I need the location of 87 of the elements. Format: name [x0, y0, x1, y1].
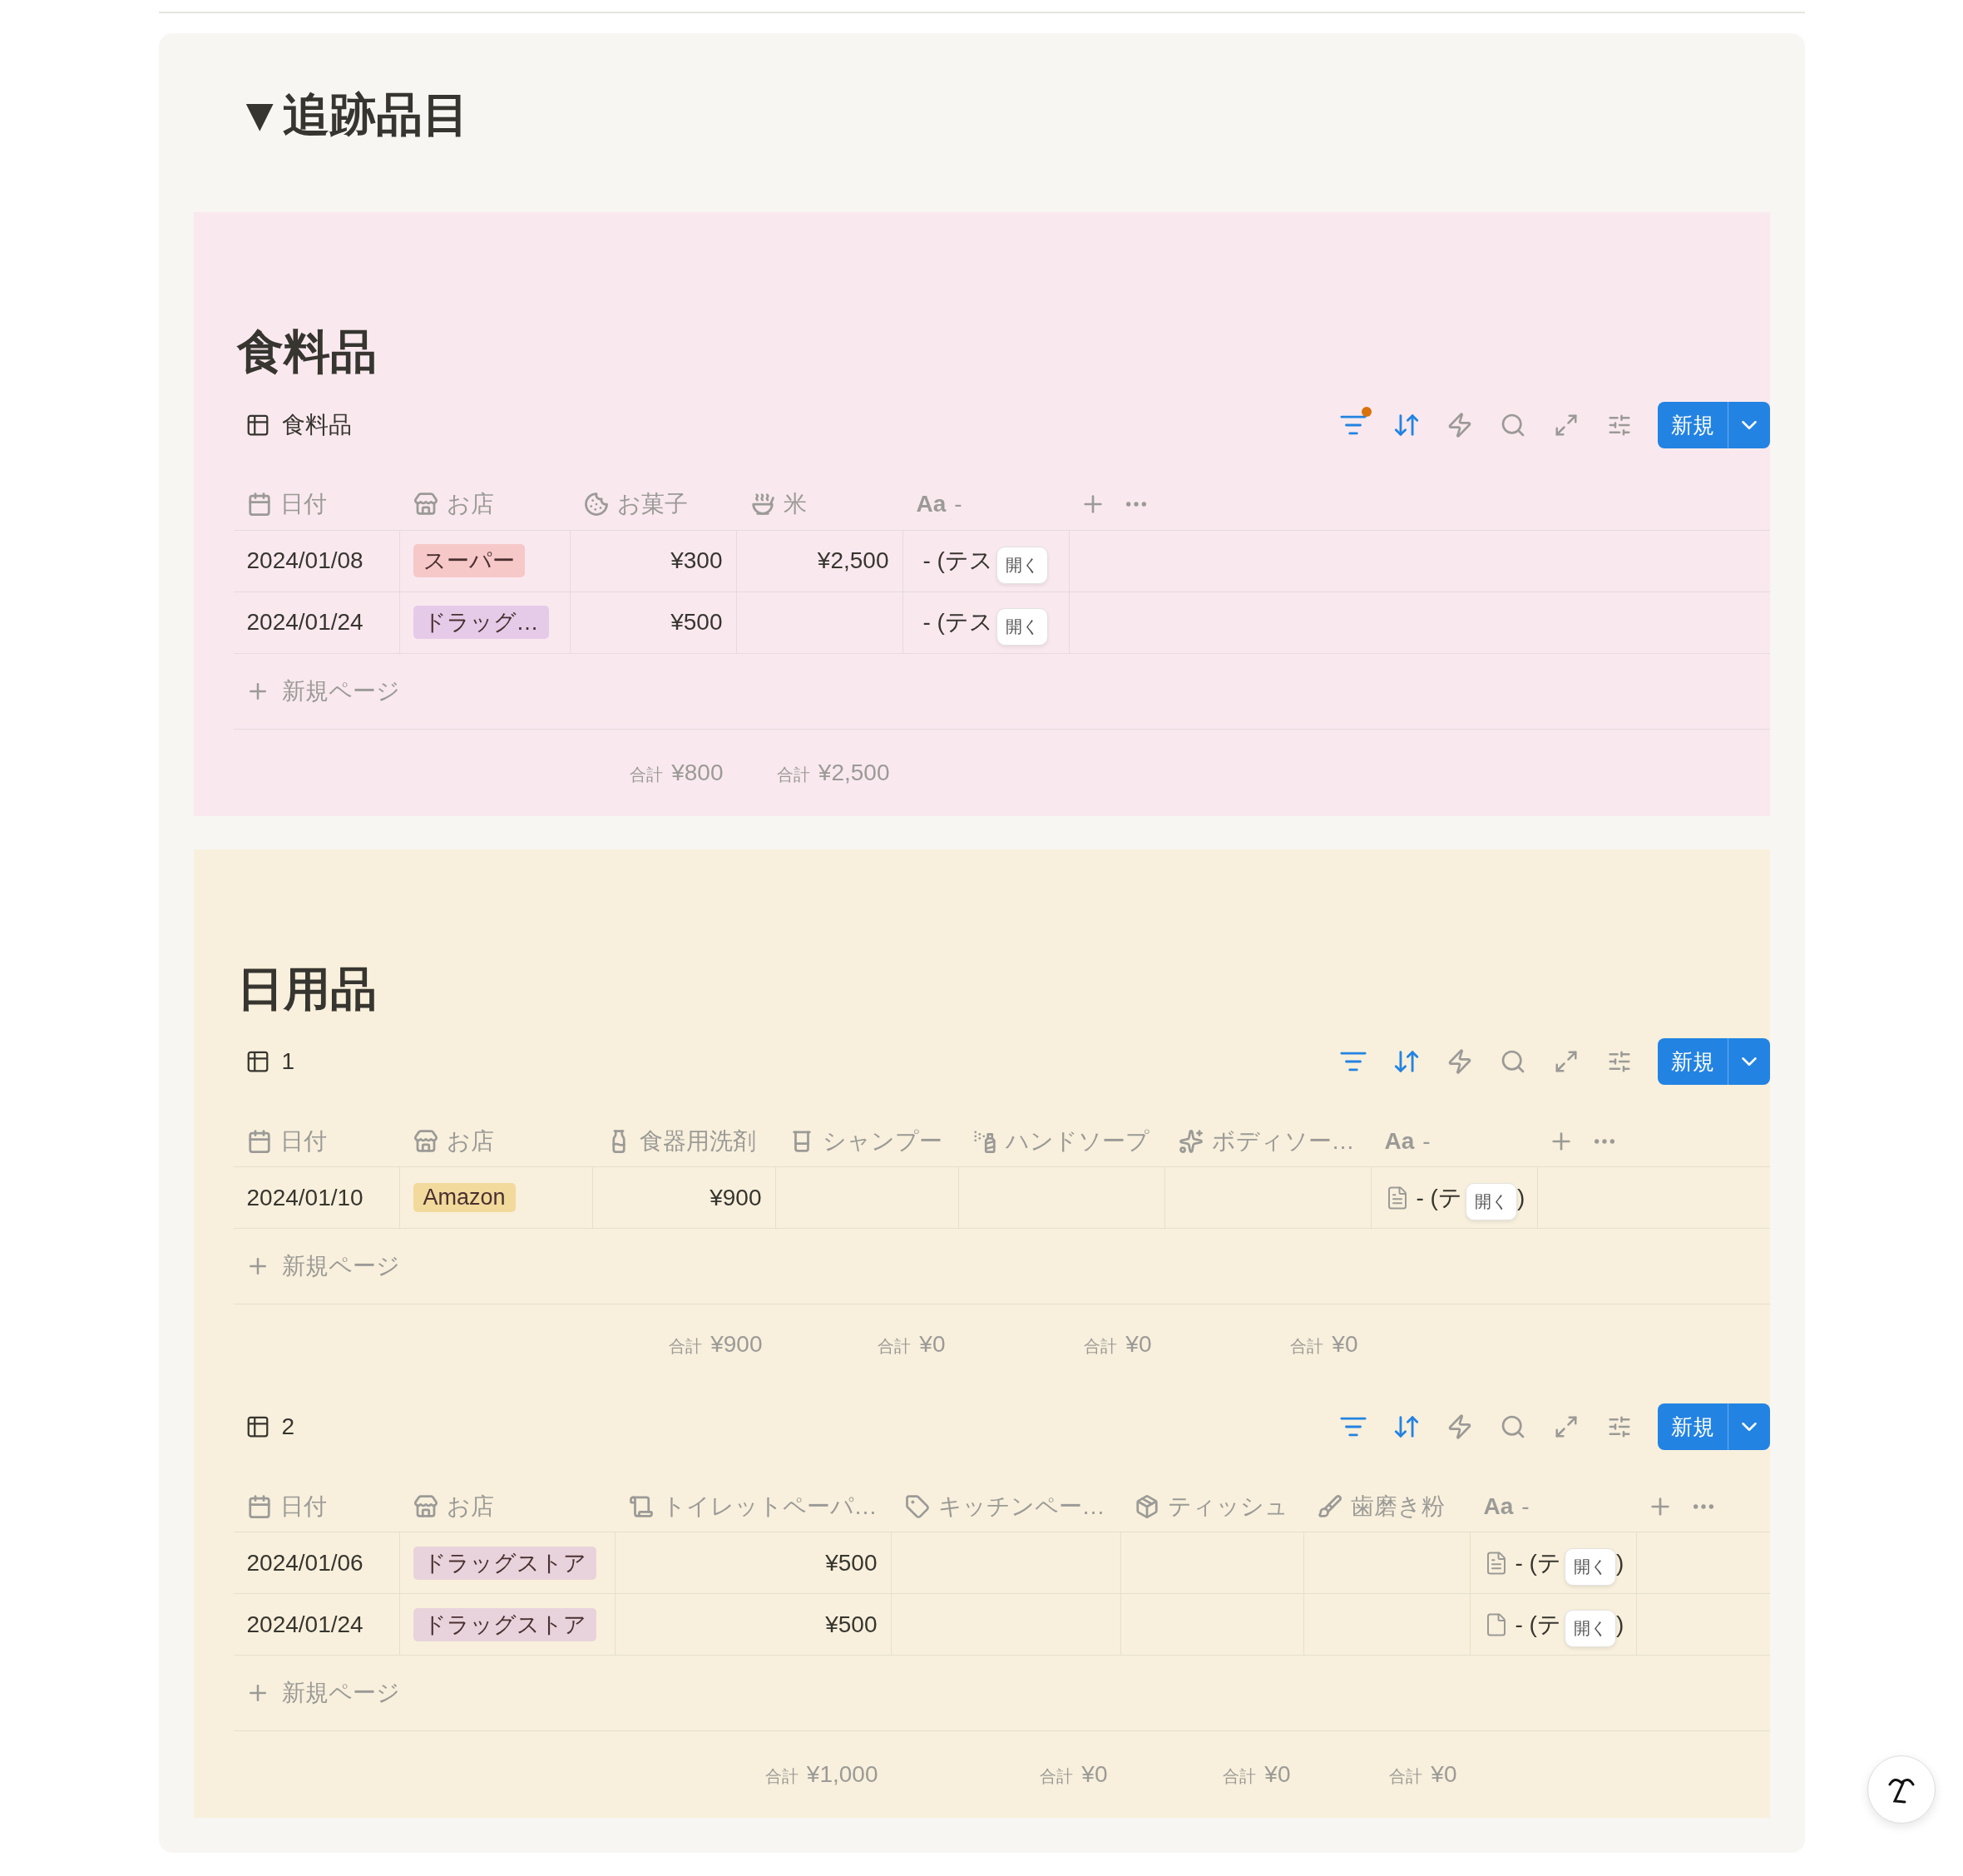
date-cell: 2024/01/08	[246, 547, 363, 575]
column-header[interactable]: キッチンペー…	[937, 1490, 1105, 1522]
price-cell: ¥900	[710, 1184, 762, 1211]
column-header[interactable]: ボディソー…	[1211, 1125, 1355, 1157]
store-tag: ドラッグストア	[413, 1607, 596, 1641]
column-header[interactable]: 日付	[279, 1490, 327, 1522]
store-tag: ドラッグ…	[413, 606, 549, 640]
page-title: - (テ	[1515, 1610, 1561, 1639]
package-icon	[1134, 1493, 1160, 1519]
sparkles-icon	[1178, 1128, 1204, 1154]
price-cell: ¥300	[670, 547, 723, 575]
store-icon	[413, 1493, 438, 1519]
column-header[interactable]: 日付	[279, 1125, 327, 1157]
view-name[interactable]: 1	[281, 1048, 295, 1076]
page-title: - (テ	[1416, 1183, 1462, 1212]
column-sum: 合計 ¥0	[878, 1331, 946, 1359]
open-button[interactable]: 開く	[996, 546, 1048, 584]
new-page-button[interactable]: 新規ページ	[281, 1677, 400, 1710]
view-name[interactable]: 2	[281, 1413, 295, 1441]
column-header[interactable]: お店	[446, 1490, 494, 1522]
column-header[interactable]: シャンプー	[822, 1125, 942, 1157]
tag-icon	[904, 1493, 930, 1519]
open-button[interactable]: 開く	[1564, 1610, 1616, 1648]
calendar-icon	[246, 1493, 272, 1519]
new-page-button[interactable]: 新規ページ	[281, 675, 400, 707]
section-heading: 食料品	[236, 324, 378, 379]
text-type-icon: Aa	[916, 491, 947, 518]
toggle-heading[interactable]: ▼追跡品目	[236, 85, 1770, 146]
new-button[interactable]: 新規	[1657, 1038, 1770, 1086]
section-heading: 日用品	[236, 961, 378, 1017]
column-header[interactable]: トイレットペーパ…	[661, 1490, 878, 1522]
calendar-icon	[246, 1128, 272, 1154]
spray-can-icon	[972, 1128, 997, 1154]
store-icon	[413, 1128, 438, 1154]
column-sum: 合計 ¥0	[1290, 1331, 1358, 1359]
page-title: - (テ	[1515, 1548, 1561, 1577]
column-header[interactable]: 歯磨き粉	[1350, 1490, 1445, 1522]
new-button[interactable]: 新規	[1657, 401, 1770, 448]
open-button[interactable]: 開く	[1465, 1183, 1517, 1221]
brush-icon	[1317, 1493, 1342, 1519]
date-cell: 2024/01/06	[246, 1549, 363, 1577]
column-sum: 合計 ¥0	[1389, 1761, 1457, 1789]
column-header[interactable]: ハンドソープ	[1005, 1125, 1150, 1157]
scroll-icon	[628, 1493, 654, 1519]
column-header[interactable]: -	[1521, 1492, 1530, 1520]
column-sum: 合計 ¥0	[1040, 1761, 1108, 1789]
column-sum: 合計 ¥0	[1084, 1331, 1152, 1359]
column-sum: 合計 ¥0	[1223, 1761, 1291, 1789]
text-type-icon: Aa	[1384, 1127, 1415, 1155]
column-header[interactable]: ティッシュ	[1167, 1490, 1288, 1522]
store-tag: Amazon	[413, 1183, 516, 1213]
store-tag: スーパー	[413, 544, 525, 578]
page-title: - (テス	[922, 547, 993, 576]
column-sum: 合計 ¥1,000	[764, 1761, 878, 1789]
calendar-icon	[246, 492, 272, 517]
price-cell: ¥500	[825, 1611, 878, 1638]
date-cell: 2024/01/24	[246, 609, 363, 636]
new-page-button[interactable]: 新規ページ	[281, 1250, 400, 1283]
page-title-end: )	[1615, 1549, 1624, 1577]
column-sum: 合計 ¥2,500	[776, 759, 890, 786]
price-cell: ¥2,500	[817, 547, 889, 575]
column-sum: 合計 ¥800	[630, 759, 724, 786]
price-cell: ¥500	[825, 1549, 878, 1577]
date-cell: 2024/01/10	[246, 1184, 363, 1211]
open-button[interactable]: 開く	[996, 607, 1048, 646]
column-header[interactable]: 米	[783, 488, 807, 521]
price-cell: ¥500	[670, 609, 723, 636]
column-header[interactable]: 日付	[279, 488, 327, 521]
store-tag: ドラッグストア	[413, 1546, 596, 1580]
text-type-icon: Aa	[1483, 1492, 1514, 1520]
column-header[interactable]: お店	[446, 1125, 494, 1157]
page-title: - (テス	[922, 608, 993, 637]
column-header[interactable]: 食器用洗剤	[639, 1125, 756, 1157]
store-icon	[413, 492, 438, 517]
view-name[interactable]: 食料品	[281, 408, 352, 441]
page-title-end: )	[1615, 1611, 1624, 1638]
column-header[interactable]: お菓子	[616, 488, 688, 521]
open-button[interactable]: 開く	[1564, 1548, 1616, 1586]
bowl-icon	[749, 492, 775, 517]
new-button[interactable]: 新規	[1657, 1403, 1770, 1451]
column-header[interactable]: -	[954, 491, 962, 518]
column-sum: 合計 ¥900	[669, 1331, 763, 1359]
date-cell: 2024/01/24	[246, 1611, 363, 1638]
column-header[interactable]: -	[1422, 1127, 1431, 1155]
cookie-icon	[583, 492, 609, 517]
page-title-end: )	[1516, 1184, 1525, 1211]
column-header[interactable]: お店	[446, 488, 494, 521]
